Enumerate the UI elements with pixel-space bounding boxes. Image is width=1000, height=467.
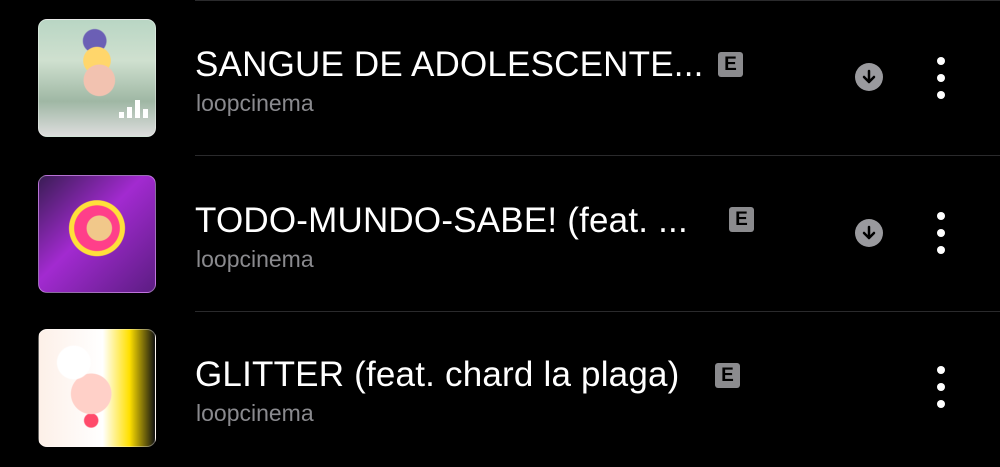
track-title: TODO-MUNDO-SABE! (feat. ... (195, 201, 688, 240)
album-artwork (38, 19, 156, 137)
download-icon[interactable] (855, 63, 883, 91)
album-artwork (38, 329, 156, 447)
explicit-badge: E (718, 52, 743, 77)
explicit-badge: E (715, 363, 740, 388)
more-options-icon[interactable] (930, 57, 952, 99)
explicit-badge: E (729, 207, 754, 232)
more-options-icon[interactable] (930, 212, 952, 254)
album-artwork (38, 175, 156, 293)
track-title: GLITTER (feat. chard la plaga) (195, 355, 680, 394)
download-icon[interactable] (855, 219, 883, 247)
track-row[interactable]: TODO-MUNDO-SABE! (feat. ... E loopcinema (0, 156, 1000, 311)
track-artist: loopcinema (196, 400, 314, 426)
track-title: SANGUE DE ADOLESCENTE... (195, 45, 704, 84)
now-playing-equalizer-icon (119, 98, 155, 118)
track-row[interactable]: SANGUE DE ADOLESCENTE... E loopcinema (0, 0, 1000, 155)
track-artist: loopcinema (196, 90, 314, 116)
track-artist: loopcinema (196, 246, 314, 272)
track-row[interactable]: GLITTER (feat. chard la plaga) E loopcin… (0, 312, 1000, 467)
more-options-icon[interactable] (930, 366, 952, 408)
